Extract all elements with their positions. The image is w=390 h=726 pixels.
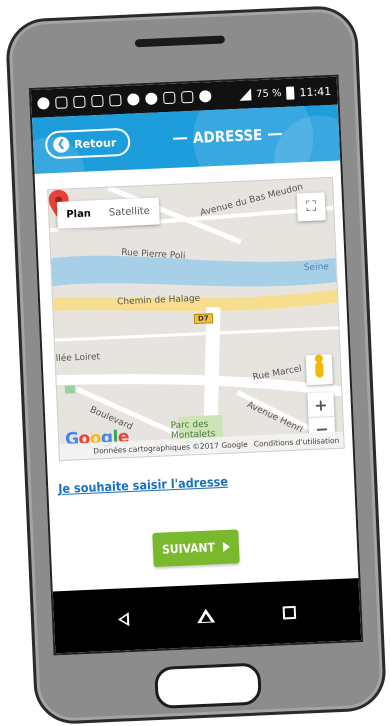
next-button[interactable]: SUIVANT <box>152 529 240 568</box>
info-icon <box>37 97 50 110</box>
map-tab-plan[interactable]: Plan <box>57 200 101 229</box>
manual-address-link[interactable]: Je souhaite saisir l'adresse <box>48 468 354 496</box>
title-dash-left <box>173 137 188 140</box>
next-button-label: SUIVANT <box>161 540 216 557</box>
phone-frame: 75 % 11:41 ❮ Retour ADRESSE Avenue du Ba… <box>4 4 388 726</box>
fullscreen-button[interactable]: ⛶ <box>296 192 326 222</box>
phone-speaker <box>134 35 226 48</box>
image-icon <box>91 94 104 108</box>
clock: 11:41 <box>299 84 332 99</box>
title-dash-right <box>268 133 283 136</box>
pegman-icon <box>314 361 324 378</box>
fullscreen-icon: ⛶ <box>305 198 317 216</box>
physical-home-button[interactable] <box>154 662 262 710</box>
map-label: Seine <box>303 262 330 274</box>
signal-icon <box>238 88 252 101</box>
phone-screen: 75 % 11:41 ❮ Retour ADRESSE Avenue du Ba… <box>28 74 364 656</box>
zoom-in-button[interactable]: + <box>307 392 334 417</box>
bulb-icon <box>127 93 140 106</box>
map-type-control: Plan Satellite <box>56 197 160 229</box>
message-icon <box>73 95 86 109</box>
play-icon <box>222 541 231 552</box>
road-shield: D7 <box>193 313 213 325</box>
photo-icon <box>163 91 176 105</box>
map[interactable]: Avenue du Bas Meudon Rue Pierre Poli Sei… <box>47 176 345 462</box>
voicemail-icon <box>199 90 212 103</box>
map-terms-link[interactable]: Conditions d'utilisation <box>254 435 340 448</box>
back-button-label: Retour <box>73 135 117 151</box>
back-button[interactable]: ❮ Retour <box>44 127 131 160</box>
map-tab-satellite[interactable]: Satellite <box>99 197 159 227</box>
chat-icon <box>181 90 194 104</box>
nav-back-icon[interactable] <box>117 612 130 627</box>
stage: 75 % 11:41 ❮ Retour ADRESSE Avenue du Ba… <box>0 0 390 726</box>
map-poi <box>64 385 76 394</box>
back-arrow-icon: ❮ <box>52 136 70 154</box>
reel-icon <box>145 92 158 105</box>
street-view-button[interactable] <box>305 354 333 386</box>
android-nav-bar <box>52 578 362 654</box>
notification-icons <box>37 90 212 110</box>
page-title-text: ADRESSE <box>192 125 263 147</box>
nav-recent-apps-icon[interactable] <box>282 605 297 619</box>
battery-icon <box>286 85 295 100</box>
nav-home-icon[interactable] <box>196 608 216 624</box>
sim-icon <box>55 96 68 109</box>
map-data-credit: Données cartographiques ©2017 Google <box>93 439 248 456</box>
system-status: 75 % 11:41 <box>238 84 332 101</box>
battery-percent: 75 % <box>255 87 282 100</box>
app-header: ❮ Retour ADRESSE <box>32 104 341 174</box>
clipboard-icon <box>109 94 122 107</box>
